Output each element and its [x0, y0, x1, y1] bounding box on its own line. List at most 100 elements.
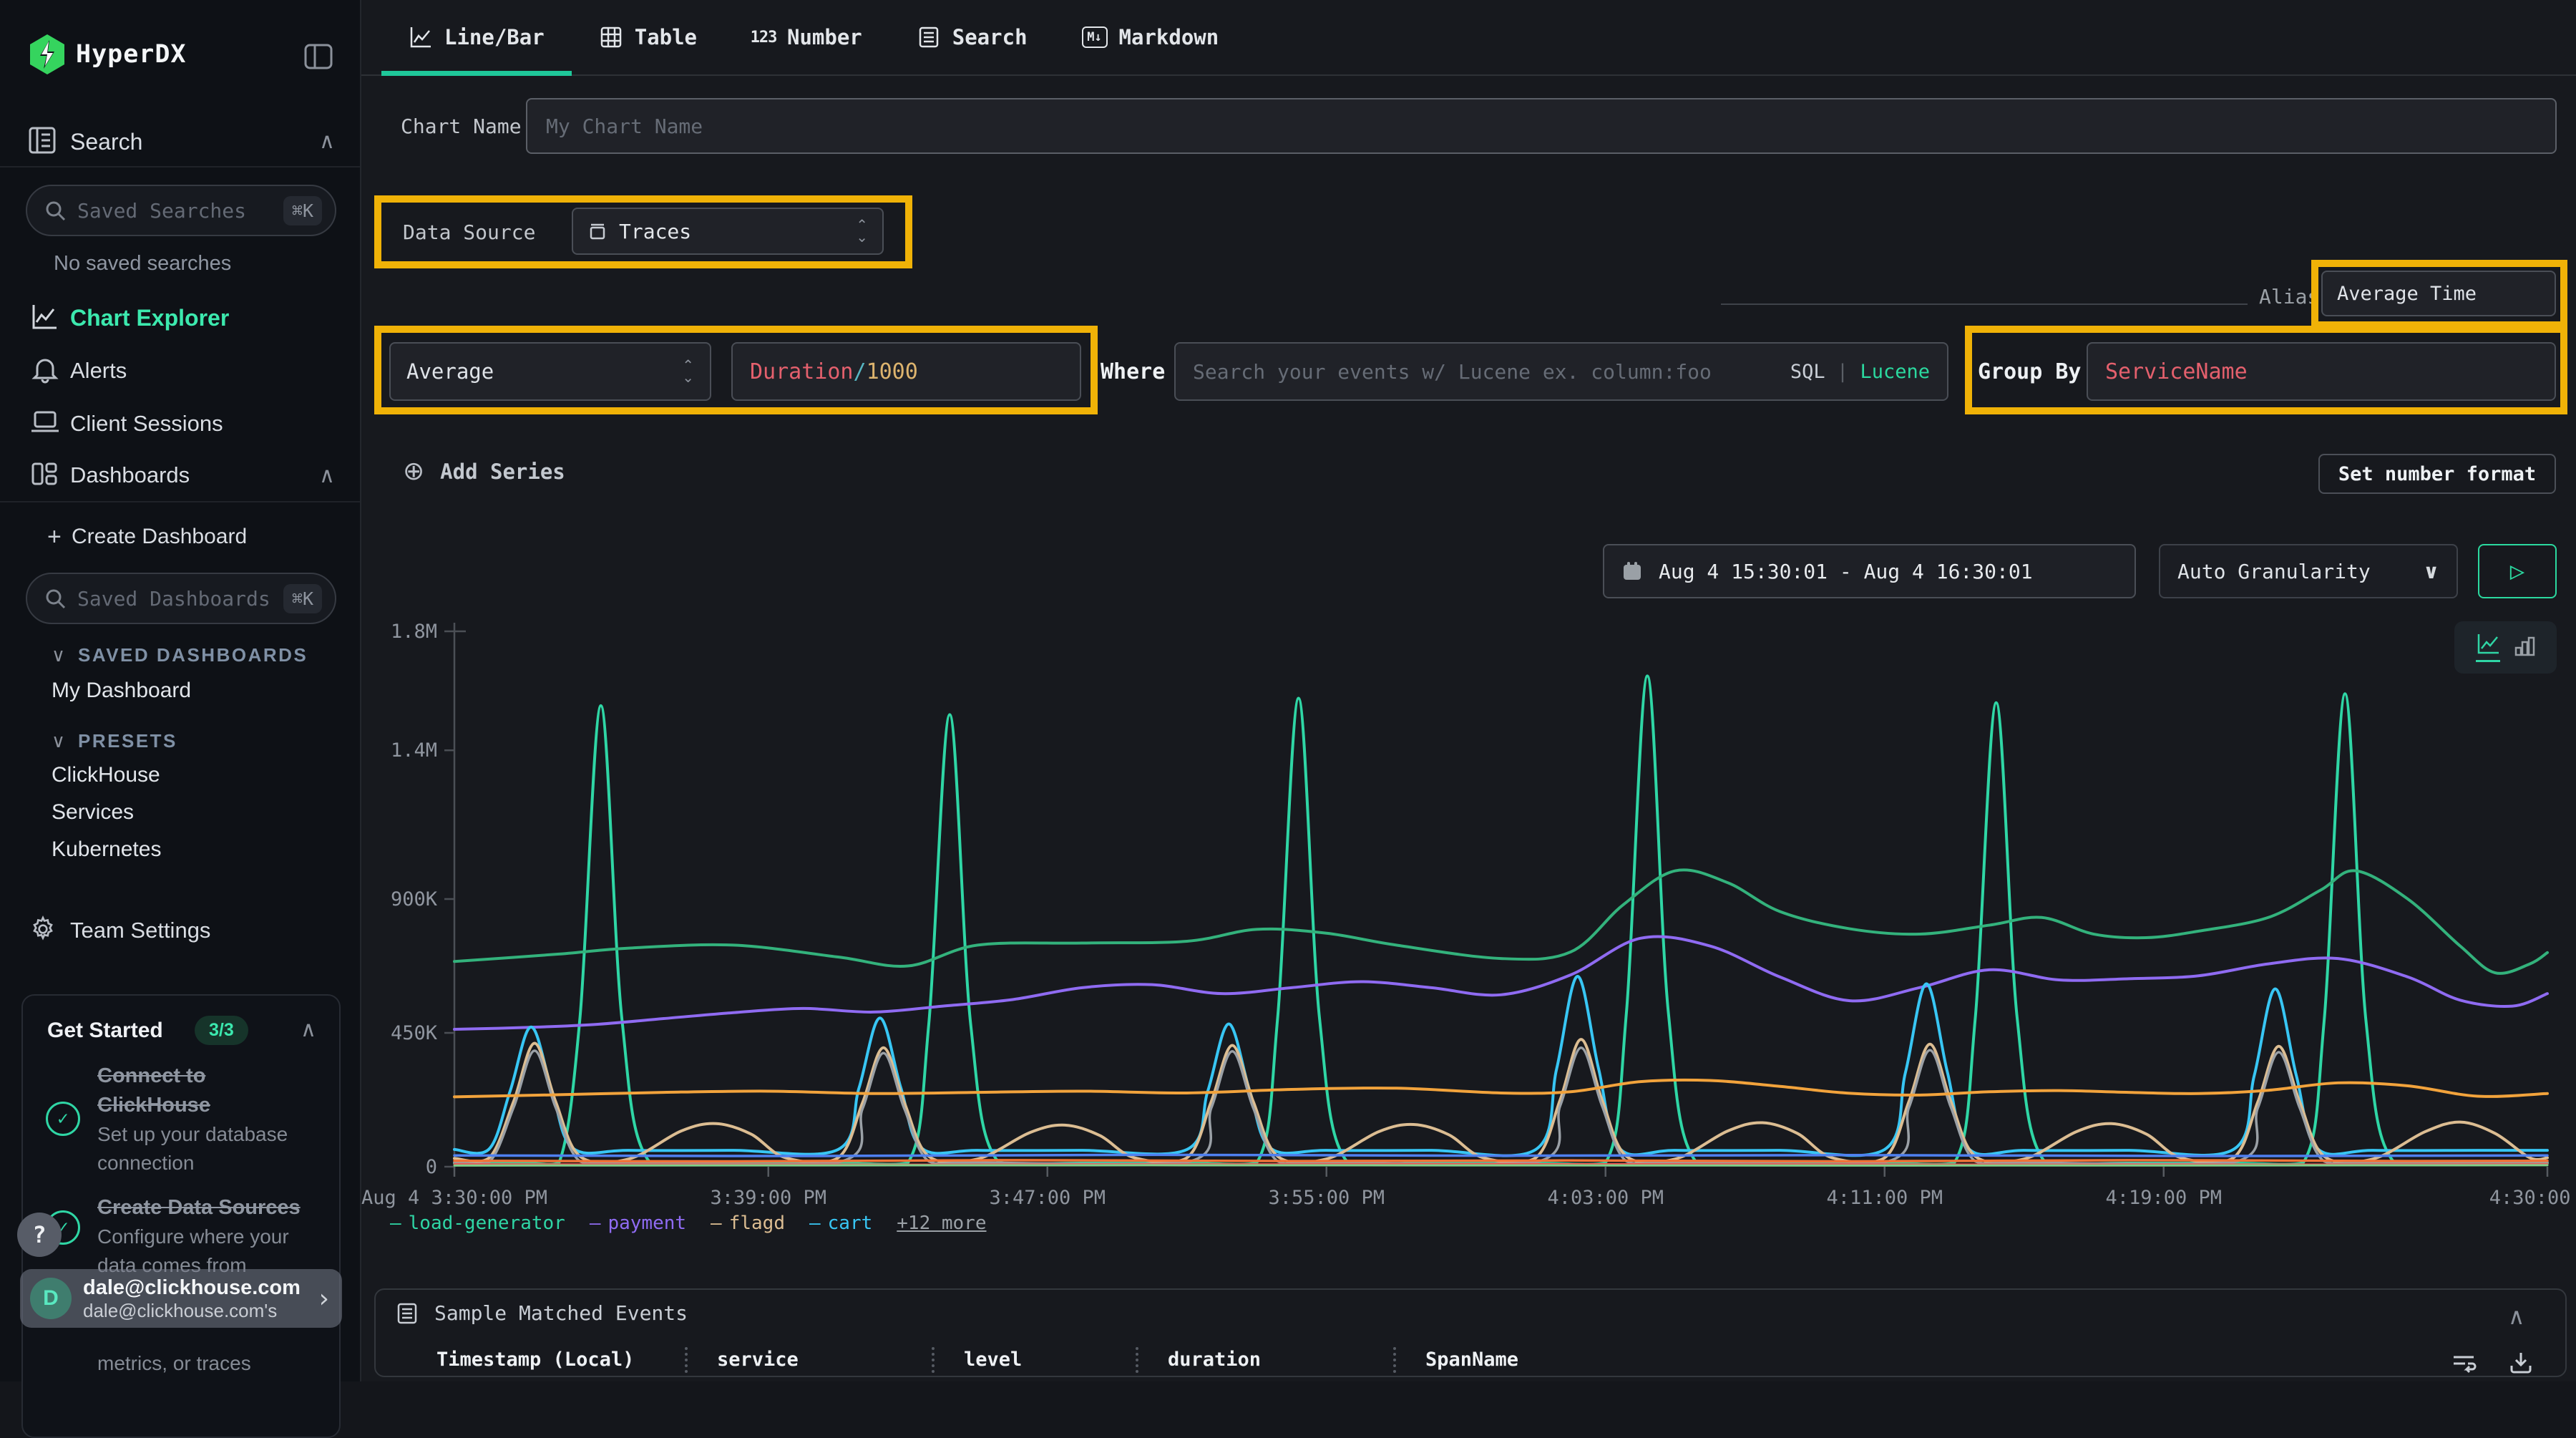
avatar-initial: D [43, 1286, 59, 1311]
collapse-sidebar-icon[interactable] [303, 42, 333, 74]
column-header-level[interactable]: level [964, 1349, 1022, 1371]
get-started-progress-badge: 3/3 [195, 1016, 248, 1045]
alias-input[interactable]: Average Time [2321, 271, 2556, 316]
saved-dashboards-header: SAVED DASHBOARDS [78, 644, 308, 666]
column-header-timestamp[interactable]: Timestamp (Local) [436, 1349, 634, 1371]
presets-header: PRESETS [78, 730, 177, 752]
column-header-spanname[interactable]: SpanName [1425, 1349, 1518, 1371]
cmdk-shortcut: ⌘K [283, 196, 322, 225]
sidebar-item-alerts[interactable]: Alerts [0, 354, 361, 388]
sidebar-item-clickhouse[interactable]: ClickHouse [52, 763, 160, 787]
group-by-label: Group By [1978, 359, 2082, 384]
sidebar-item-dashboards[interactable]: Dashboards ∧ [0, 458, 361, 492]
column-resize-handle[interactable] [932, 1347, 935, 1373]
create-dashboard-button[interactable]: + Create Dashboard [0, 520, 361, 554]
column-resize-handle[interactable] [1136, 1347, 1138, 1373]
get-started-collapse-icon[interactable]: ∧ [301, 1017, 316, 1042]
help-button[interactable]: ? [17, 1213, 62, 1257]
tab-label: Table [635, 25, 697, 49]
sidebar-section-search[interactable]: Search [70, 129, 142, 155]
search-section-collapse-icon[interactable]: ∧ [319, 129, 335, 154]
plus-circle-icon: ⊕ [403, 457, 424, 486]
sql-toggle[interactable]: SQL [1790, 361, 1825, 383]
data-source-label: Data Source [403, 220, 535, 244]
legend-item[interactable]: —cart [809, 1213, 872, 1234]
sidebar-item-client-sessions[interactable]: Client Sessions [0, 407, 361, 441]
sample-events-collapse-icon[interactable]: ∧ [2508, 1303, 2524, 1330]
tab-markdown[interactable]: M↓ Markdown [1055, 0, 1246, 74]
data-source-select[interactable]: Traces ⌃⌄ [572, 208, 884, 255]
where-placeholder: Search your events w/ Lucene ex. column:… [1193, 360, 1712, 384]
series-swatch: — [590, 1213, 601, 1234]
tab-search[interactable]: Search [889, 0, 1055, 74]
expr-duration: Duration [750, 359, 854, 384]
run-query-button[interactable]: ▷ [2478, 544, 2557, 598]
column-header-service[interactable]: service [717, 1349, 799, 1371]
legend-item[interactable]: —load-generator [390, 1213, 565, 1234]
gs-item2-sub1: Configure where your [97, 1223, 301, 1251]
gear-icon [29, 915, 57, 946]
toggle-divider: | [1837, 361, 1848, 383]
saved-searches-input[interactable]: Saved Searches ⌘K [26, 185, 336, 236]
field-expression-input[interactable]: Duration/1000 [731, 342, 1081, 401]
search-icon [44, 588, 66, 609]
tab-table[interactable]: Table [572, 0, 724, 74]
select-chevrons-icon: ⌃⌄ [682, 359, 694, 384]
sample-events-title: Sample Matched Events [434, 1301, 688, 1325]
expr-slash: / [854, 359, 867, 384]
lucene-toggle[interactable]: Lucene [1860, 361, 1930, 383]
saved-dashboards-input[interactable]: Saved Dashboards ⌘K [26, 573, 336, 624]
legend-more-link[interactable]: +12 more [897, 1213, 986, 1234]
legend-item[interactable]: —flagd [711, 1213, 785, 1234]
saved-dashboards-group[interactable]: ∨ SAVED DASHBOARDS [52, 644, 308, 666]
svg-text:1.8M: 1.8M [391, 621, 437, 643]
tab-label: Line/Bar [444, 25, 545, 49]
time-range-input[interactable]: Aug 4 15:30:01 - Aug 4 16:30:01 [1603, 544, 2136, 598]
download-icon[interactable] [2508, 1350, 2534, 1379]
set-number-format-button[interactable]: Set number format [2318, 454, 2556, 494]
play-icon: ▷ [2510, 557, 2524, 586]
tab-number[interactable]: 123 Number [724, 0, 889, 74]
wrap-lines-icon[interactable] [2451, 1351, 2477, 1379]
series-swatch: — [809, 1213, 821, 1234]
dashboards-collapse-icon[interactable]: ∧ [319, 463, 335, 488]
svg-text:4:19:00 PM: 4:19:00 PM [2105, 1187, 2222, 1209]
laptop-icon [30, 409, 60, 439]
sidebar-item-my-dashboard[interactable]: My Dashboard [52, 679, 191, 703]
expr-1000: 1000 [867, 359, 918, 384]
group-by-input[interactable]: ServiceName [2087, 342, 2556, 401]
sidebar-item-label: Dashboards [70, 462, 190, 488]
column-resize-handle[interactable] [1393, 1347, 1396, 1373]
column-resize-handle[interactable] [685, 1347, 688, 1373]
main-content: Line/Bar Table 123 Number Search M↓ Mark… [361, 0, 2576, 1381]
column-header-duration[interactable]: duration [1168, 1349, 1261, 1371]
legend-item[interactable]: —payment [590, 1213, 686, 1234]
chart-type-tabs: Line/Bar Table 123 Number Search M↓ Mark… [361, 0, 2576, 76]
presets-group[interactable]: ∨ PRESETS [52, 730, 177, 752]
aggregation-select[interactable]: Average ⌃⌄ [389, 342, 711, 401]
chart-name-input[interactable]: My Chart Name [526, 98, 2557, 154]
chevron-right-icon: › [319, 1284, 329, 1313]
sidebar-item-kubernetes[interactable]: Kubernetes [52, 837, 161, 862]
svg-text:3:39:00 PM: 3:39:00 PM [710, 1187, 826, 1209]
calendar-icon [1621, 560, 1643, 582]
data-source-value: Traces [619, 220, 691, 243]
timeseries-chart[interactable]: 0450K900K1.4M1.8MAug 4 3:30:00 PM3:39:00… [361, 608, 2576, 1210]
sidebar-item-chart-explorer[interactable]: Chart Explorer [0, 301, 361, 335]
add-series-button[interactable]: ⊕ Add Series [403, 457, 565, 486]
sidebar-item-services[interactable]: Services [52, 800, 134, 825]
question-icon: ? [32, 1221, 46, 1248]
tab-line-bar[interactable]: Line/Bar [381, 0, 572, 74]
user-email: dale@clickhouse.com [83, 1276, 319, 1300]
add-series-label: Add Series [440, 460, 565, 484]
avatar: D [30, 1278, 72, 1319]
legend-label: flagd [729, 1213, 785, 1234]
user-menu[interactable]: D dale@clickhouse.com dale@clickhouse.co… [20, 1269, 342, 1328]
plus-icon: + [47, 523, 62, 551]
chart-name-placeholder: My Chart Name [546, 115, 703, 138]
series-swatch: — [390, 1213, 401, 1234]
where-input[interactable]: Search your events w/ Lucene ex. column:… [1174, 342, 1948, 401]
bell-icon [31, 355, 59, 387]
granularity-select[interactable]: Auto Granularity ∨ [2159, 544, 2458, 598]
sidebar-item-team-settings[interactable]: Team Settings [0, 913, 361, 948]
